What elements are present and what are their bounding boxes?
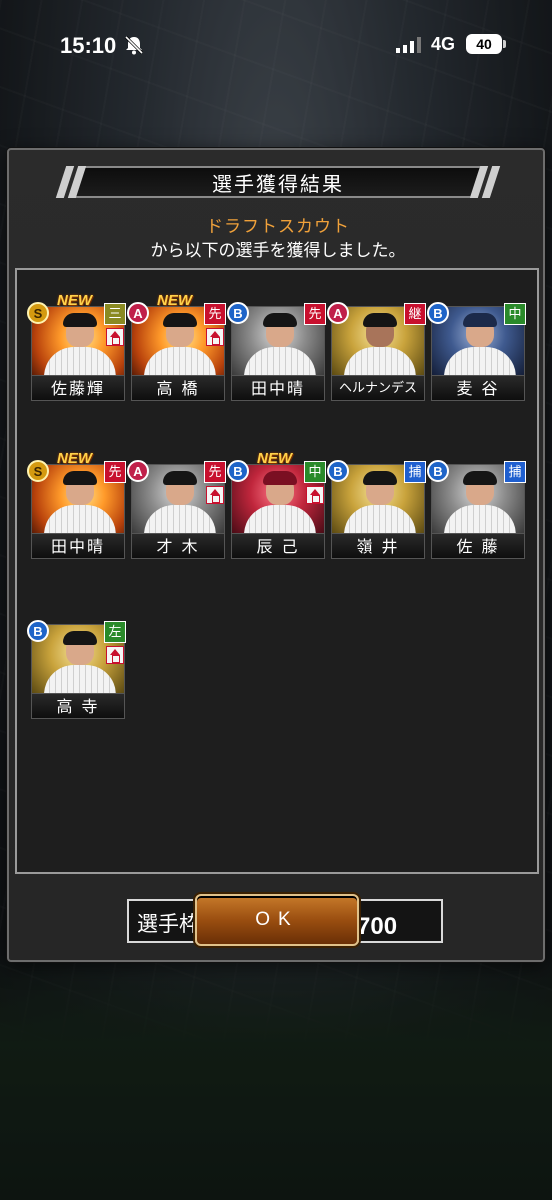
new-badge: NEW [257, 450, 292, 467]
uniform [44, 665, 116, 693]
bell-muted-icon [124, 35, 144, 55]
player-grid-panel: 佐藤輝 S 三 NEW 高 橋 A 先 NEW 田中晴 B 先 ヘルナンデス A… [15, 268, 539, 943]
rank-badge: B [227, 460, 249, 482]
player-card[interactable]: 辰 己 B 中 NEW [227, 450, 326, 559]
uniform [144, 347, 216, 375]
player-name: 田中晴 [231, 376, 325, 401]
player-name: 高 橋 [131, 376, 225, 401]
position-badge: 先 [204, 461, 226, 483]
player-card[interactable]: 才 木 A 先 [127, 460, 226, 559]
player-name: 麦 谷 [431, 376, 525, 401]
status-bar: 15:10 4G 40 [0, 0, 552, 90]
player-name: 田中晴 [31, 534, 125, 559]
uniform [244, 347, 316, 375]
position-badge: 先 [204, 303, 226, 325]
rank-badge: A [327, 302, 349, 324]
player-card[interactable]: 高 寺 B 左 [27, 620, 126, 719]
upgrade-arrow-icon [306, 486, 324, 504]
player-name: 辰 己 [231, 534, 325, 559]
player-name: 佐 藤 [431, 534, 525, 559]
battery-icon: 40 [466, 34, 506, 54]
uniform [44, 347, 116, 375]
ok-button[interactable]: OK [195, 894, 359, 946]
player-cap [463, 471, 497, 485]
uniform [344, 347, 416, 375]
player-cap [463, 313, 497, 327]
player-name: 佐藤輝 [31, 376, 125, 401]
rank-badge: B [327, 460, 349, 482]
rank-badge: S [27, 460, 49, 482]
player-name: 才 木 [131, 534, 225, 559]
player-card[interactable]: ヘルナンデス A 継 [327, 302, 426, 401]
player-cap [363, 313, 397, 327]
uniform [44, 505, 116, 533]
dialog-title: 選手獲得結果 [212, 172, 344, 196]
player-cap [263, 471, 297, 485]
position-badge: 捕 [404, 461, 426, 483]
player-card[interactable]: 嶺 井 B 捕 [327, 460, 426, 559]
clock: 15:10 [60, 33, 117, 58]
player-cap [63, 631, 97, 645]
player-cap [63, 471, 97, 485]
player-card[interactable]: 佐藤輝 S 三 NEW [27, 292, 126, 401]
player-card[interactable]: 麦 谷 B 中 [427, 302, 526, 401]
uniform [444, 347, 516, 375]
result-message: から以下の選手を獲得しました。 [150, 241, 406, 261]
new-badge: NEW [57, 292, 92, 309]
rank-badge: S [27, 302, 49, 324]
upgrade-arrow-icon [206, 486, 224, 504]
signal-icon [396, 37, 421, 53]
uniform [344, 505, 416, 533]
player-card[interactable]: 高 橋 A 先 NEW [127, 292, 226, 401]
upgrade-arrow-icon [106, 328, 124, 346]
position-badge: 捕 [504, 461, 526, 483]
position-badge: 中 [504, 303, 526, 325]
player-cap [263, 313, 297, 327]
uniform [144, 505, 216, 533]
upgrade-arrow-icon [206, 328, 224, 346]
rank-badge: A [127, 460, 149, 482]
player-name: ヘルナンデス [331, 376, 425, 401]
player-card[interactable]: 田中晴 B 先 [227, 302, 326, 401]
player-card[interactable]: 田中晴 S 先 NEW [27, 450, 126, 559]
new-badge: NEW [157, 292, 192, 309]
player-cap [63, 313, 97, 327]
rank-badge: B [27, 620, 49, 642]
uniform [444, 505, 516, 533]
rank-badge: A [127, 302, 149, 324]
player-cap [163, 471, 197, 485]
player-cap [363, 471, 397, 485]
new-badge: NEW [57, 450, 92, 467]
player-cap [163, 313, 197, 327]
network-type: 4G [431, 34, 456, 54]
source-name: ドラフトスカウト [206, 217, 350, 237]
position-badge: 三 [104, 303, 126, 325]
rank-badge: B [427, 302, 449, 324]
position-badge: 先 [304, 303, 326, 325]
uniform [244, 505, 316, 533]
player-name: 高 寺 [31, 694, 125, 719]
upgrade-arrow-icon [106, 646, 124, 664]
position-badge: 中 [304, 461, 326, 483]
rank-badge: B [427, 460, 449, 482]
position-badge: 左 [104, 621, 126, 643]
player-name: 嶺 井 [331, 534, 425, 559]
result-dialog: 選手獲得結果 ドラフトスカウト から以下の選手を獲得しました。 佐藤輝 S 三 … [7, 148, 545, 962]
position-badge: 継 [404, 303, 426, 325]
rank-badge: B [227, 302, 249, 324]
position-badge: 先 [104, 461, 126, 483]
player-card[interactable]: 佐 藤 B 捕 [427, 460, 526, 559]
